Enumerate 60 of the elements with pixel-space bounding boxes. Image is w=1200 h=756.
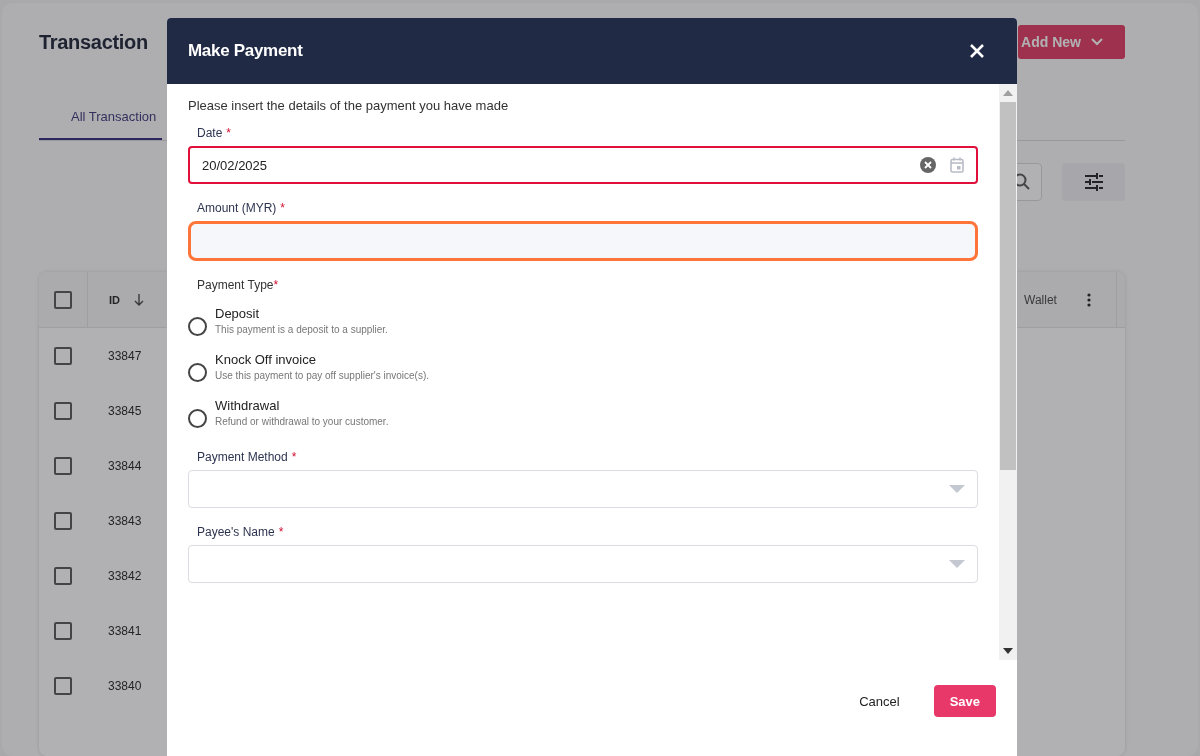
arrow-down-icon [134,293,144,306]
page-title: Transaction [39,30,148,54]
required-mark: * [280,201,286,215]
required-mark: * [278,525,284,539]
table-cell: 33847 [108,348,142,363]
dropdown-arrow-icon [949,559,965,569]
required-mark: * [291,450,297,464]
radio-button[interactable] [188,409,207,428]
field-label: Payment Method [197,450,288,464]
table-cell: 33845 [108,403,142,418]
radio-button[interactable] [188,317,207,336]
scrollbar-thumb[interactable] [1000,102,1016,470]
close-icon [969,43,985,59]
filter-button[interactable] [1062,163,1125,201]
sliders-icon [1083,173,1104,191]
option-description: Refund or withdrawal to your customer. [215,416,389,427]
field-label: Date [197,126,223,140]
required-mark: * [226,126,232,140]
save-button[interactable]: Save [933,685,996,717]
table-cell: 33843 [108,513,142,528]
required-mark: * [273,278,279,292]
calendar-icon [950,157,964,173]
tab[interactable]: All Transaction [39,103,163,140]
scroll-down-icon [1003,648,1013,654]
field-label: Payee's Name [197,525,275,539]
column-header[interactable]: Wallet [1024,292,1057,307]
cancel-button[interactable]: Cancel [849,693,910,709]
dropdown-arrow-icon [949,484,965,494]
dialog-title: Make Payment [188,41,303,61]
checkbox[interactable] [54,511,72,530]
table-cell: 33844 [108,458,142,473]
scroll-up-icon [1003,90,1013,96]
field-label: Amount (MYR) [197,201,277,215]
clear-icon [920,157,936,173]
checkbox[interactable] [54,621,72,640]
close-button[interactable] [969,43,985,59]
checkbox[interactable] [54,346,72,365]
table-cell: 33841 [108,623,142,638]
field-value: 20/02/2025 [202,157,269,173]
radio-button[interactable] [188,363,207,382]
option-label[interactable]: Withdrawal [215,398,389,413]
checkbox[interactable] [54,676,72,695]
table-cell: 33842 [108,568,142,583]
checkbox[interactable] [54,290,72,309]
checkbox[interactable] [54,401,72,420]
column-header[interactable]: ID [109,293,120,306]
checkbox[interactable] [54,566,72,585]
field-label: Payment Type [197,278,274,292]
option-description: Use this payment to pay off supplier's invoice(s). [215,370,430,381]
input-field[interactable] [188,221,978,261]
option-description: This payment is a deposit to a supplier. [215,324,388,335]
scrollbar[interactable] [999,84,1017,660]
more-vertical-icon [1086,292,1091,307]
option-label[interactable]: Deposit [215,306,388,321]
checkbox[interactable] [54,456,72,475]
option-label[interactable]: Knock Off invoice [215,352,430,367]
date-field[interactable]: 20/02/2025 [188,146,978,184]
intro-text: Please insert the details of the payment you have made [188,98,510,113]
table-cell: 33840 [108,678,142,693]
chevron-down-icon [1091,38,1103,46]
